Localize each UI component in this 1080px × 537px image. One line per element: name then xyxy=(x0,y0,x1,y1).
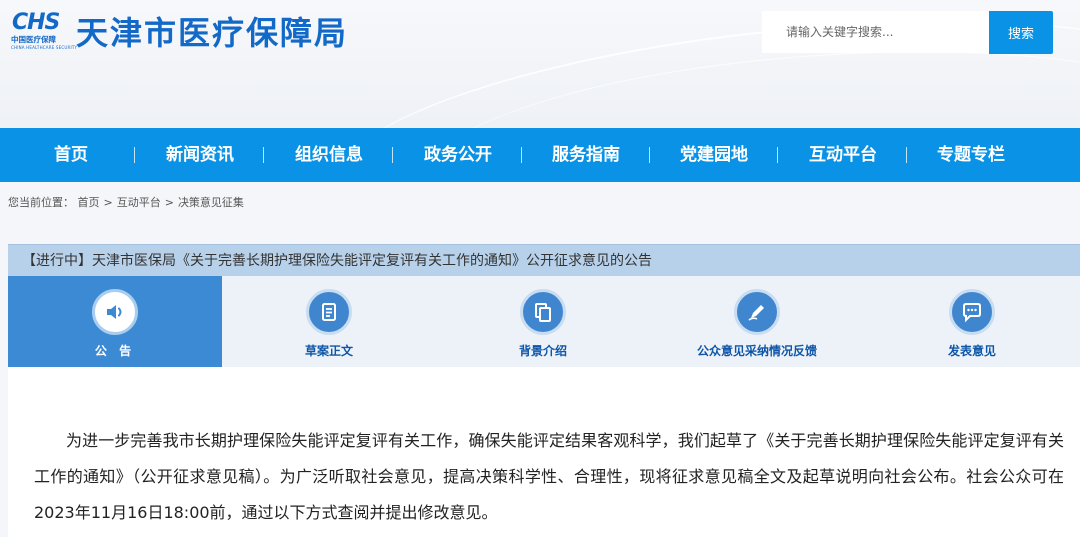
tab-label: 公众意见采纳情况反馈 xyxy=(696,344,817,358)
tab-label: 背景介绍 xyxy=(518,344,567,358)
notice-title: 【进行中】天津市医保局《关于完善长期护理保险失能评定复评有关工作的通知》公开征求… xyxy=(8,244,1080,276)
breadcrumb-link-opinion-collection[interactable]: 决策意见征集 xyxy=(178,196,244,209)
site-title: 天津市医疗保障局 xyxy=(76,14,349,52)
nav-item-home[interactable]: 首页 xyxy=(30,128,112,182)
main-nav: 首页 新闻资讯 组织信息 政务公开 服务指南 党建园地 互动平台 专题专栏 xyxy=(0,128,1080,182)
copy-icon xyxy=(520,289,566,335)
nav-divider xyxy=(649,147,650,163)
nav-item-party-building[interactable]: 党建园地 xyxy=(669,128,759,182)
chs-logo-icon: CHS 中国医疗保障 CHINA HEALTHCARE SECURITY xyxy=(11,10,78,50)
notice-tabs: 公 告 草案正文 背景介绍 公众意见采纳情况反馈 发表意见 xyxy=(8,276,1080,367)
tab-draft-text[interactable]: 草案正文 xyxy=(222,276,436,367)
breadcrumb-link-home[interactable]: 首页 xyxy=(78,196,100,209)
nav-item-organization[interactable]: 组织信息 xyxy=(284,128,374,182)
notice-content: 为进一步完善我市长期护理保险失能评定复评有关工作，确保失能评定结果客观科学，我们… xyxy=(8,367,1080,537)
nav-divider xyxy=(521,147,522,163)
chat-icon xyxy=(949,289,995,335)
nav-item-government-affairs[interactable]: 政务公开 xyxy=(413,128,503,182)
site-logo[interactable]: CHS 中国医疗保障 CHINA HEALTHCARE SECURITY 天津市… xyxy=(10,10,390,54)
tab-label: 发表意见 xyxy=(947,344,996,358)
nav-item-interaction[interactable]: 互动平台 xyxy=(798,128,888,182)
nav-item-service-guide[interactable]: 服务指南 xyxy=(541,128,631,182)
speaker-icon xyxy=(92,289,138,335)
breadcrumb-prefix: 您当前位置： xyxy=(8,196,74,209)
tab-label: 公 告 xyxy=(94,344,136,358)
nav-divider xyxy=(392,147,393,163)
tab-announcement[interactable]: 公 告 xyxy=(8,276,222,367)
breadcrumb-link-interaction[interactable]: 互动平台 xyxy=(117,196,161,209)
notice-paragraph: 为进一步完善我市长期护理保险失能评定复评有关工作，确保失能评定结果客观科学，我们… xyxy=(34,431,1064,522)
tab-label: 草案正文 xyxy=(304,344,353,358)
search-button[interactable]: 搜索 xyxy=(989,11,1053,54)
breadcrumb: 您当前位置： 首页 > 互动平台 > 决策意见征集 xyxy=(8,196,244,209)
search-input[interactable] xyxy=(762,11,990,53)
pen-icon xyxy=(734,289,780,335)
tab-feedback[interactable]: 公众意见采纳情况反馈 xyxy=(650,276,864,367)
nav-divider xyxy=(906,147,907,163)
document-icon xyxy=(306,289,352,335)
nav-divider xyxy=(134,147,135,163)
tab-submit-opinion[interactable]: 发表意见 xyxy=(864,276,1080,367)
site-header: CHS 中国医疗保障 CHINA HEALTHCARE SECURITY 天津市… xyxy=(0,0,1080,128)
tab-background[interactable]: 背景介绍 xyxy=(436,276,650,367)
nav-divider xyxy=(777,147,778,163)
nav-divider xyxy=(263,147,264,163)
nav-item-news[interactable]: 新闻资讯 xyxy=(155,128,245,182)
nav-item-special-topics[interactable]: 专题专栏 xyxy=(926,128,1016,182)
